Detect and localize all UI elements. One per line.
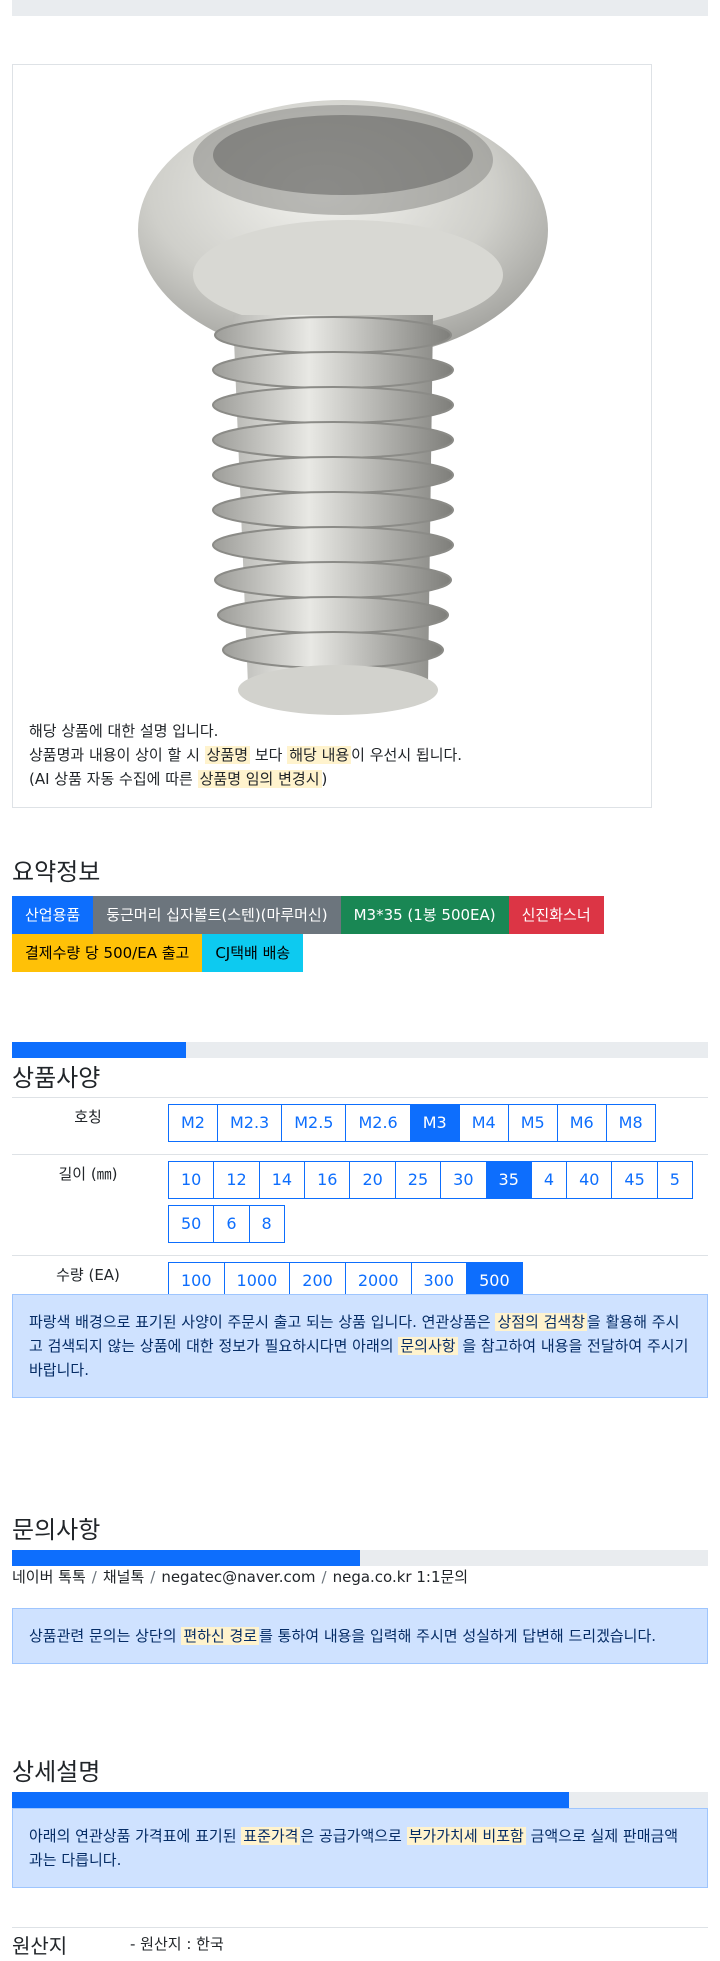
- desc-highlight: 상품명 임의 변경시: [197, 770, 322, 788]
- summary-tags: 산업용품 둥근머리 십자볼트(스텐)(마루머신) M3*35 (1봉 500EA…: [12, 896, 712, 972]
- spec-row-size: 호칭 M2 M2.3 M2.5 M2.6 M3 M4 M5 M6 M8: [12, 1098, 708, 1155]
- tag-size: M3*35 (1봉 500EA): [340, 896, 509, 934]
- option-button[interactable]: 5: [656, 1161, 693, 1199]
- option-button[interactable]: 50: [168, 1205, 215, 1243]
- contact-website[interactable]: nega.co.kr 1:1문의: [333, 1568, 469, 1586]
- desc-text: 상품명과 내용이 상이 할 시: [29, 746, 205, 764]
- inquiry-title: 문의사항: [12, 1516, 101, 1544]
- origin-divider: [12, 1927, 708, 1928]
- notice-highlight: 문의사항: [398, 1337, 458, 1355]
- tag-shipping-qty: 결제수량 당 500/EA 출고: [12, 934, 203, 972]
- desc-line-1: 해당 상품에 대한 설명 입니다.: [29, 719, 639, 743]
- notice-text: 를 통하여 내용을 입력해 주시면 성실하게 답변해 드리겠습니다.: [259, 1627, 657, 1645]
- detail-title: 상세설명: [12, 1758, 101, 1786]
- origin-value: - 원산지 : 한국: [130, 1935, 224, 1953]
- product-description: 해당 상품에 대한 설명 입니다. 상품명과 내용이 상이 할 시 상품명 보다…: [29, 719, 639, 791]
- desc-text: (AI 상품 자동 수집에 따른: [29, 770, 198, 788]
- desc-line-3: (AI 상품 자동 수집에 따른 상품명 임의 변경시): [29, 767, 639, 791]
- inquiry-progress-fill: [12, 1550, 360, 1566]
- option-button[interactable]: M2: [168, 1104, 218, 1142]
- option-button[interactable]: M6: [556, 1104, 607, 1142]
- inquiry-notice: 상품관련 문의는 상단의 편하신 경로 를 통하여 내용을 입력해 주시면 성실하…: [12, 1608, 708, 1664]
- notice-text: 상품관련 문의는 상단의: [29, 1627, 182, 1645]
- detail-notice: 아래의 연관상품 가격표에 표기된 표준가격 은 공급가액으로 부가가치세 비포함…: [12, 1808, 708, 1888]
- desc-highlight: 해당 내용: [287, 746, 352, 764]
- spec-label: 호칭: [74, 1108, 102, 1126]
- tag-brand: 신진화스너: [508, 896, 604, 934]
- option-button[interactable]: M2.5: [281, 1104, 347, 1142]
- detail-progress: [12, 1792, 708, 1808]
- spec-row-length: 길이 (㎜) 10 12 14 16 20 25 30 35 4 40 45 5…: [12, 1155, 708, 1256]
- option-button[interactable]: M2.6: [345, 1104, 411, 1142]
- product-image: [113, 65, 553, 715]
- screw-illustration: [138, 100, 548, 715]
- option-button[interactable]: 6: [213, 1205, 250, 1243]
- contact-channeltalk[interactable]: 채널톡: [103, 1568, 144, 1586]
- option-button[interactable]: 10: [168, 1161, 215, 1199]
- option-button[interactable]: 12: [213, 1161, 260, 1199]
- option-button[interactable]: 20: [349, 1161, 396, 1199]
- spec-title: 상품사양: [12, 1064, 101, 1092]
- spec-options: 10 12 14 16 20 25 30 35 4 40 45 5 50 6 8: [164, 1155, 708, 1255]
- option-button[interactable]: 40: [566, 1161, 613, 1199]
- desc-text: 보다: [250, 746, 288, 764]
- desc-highlight: 상품명: [204, 746, 251, 764]
- spec-label: 길이 (㎜): [58, 1165, 118, 1183]
- spec-notice: 파랑색 배경으로 표기된 사양이 주문시 출고 되는 상품 입니다. 연관상품은…: [12, 1294, 708, 1398]
- summary-title: 요약정보: [12, 858, 101, 886]
- option-button[interactable]: 25: [394, 1161, 442, 1199]
- detail-progress-fill: [12, 1792, 569, 1808]
- notice-highlight: 상점의 검색창: [495, 1313, 588, 1331]
- inquiry-progress: [12, 1550, 708, 1566]
- spec-options: M2 M2.3 M2.5 M2.6 M3 M4 M5 M6 M8: [164, 1098, 708, 1154]
- option-button[interactable]: M2.3: [216, 1104, 283, 1142]
- notice-text: 파랑색 배경으로 표기된 사양이 주문시 출고 되는 상품 입니다. 연관상품은: [29, 1313, 496, 1331]
- desc-text: 해당 상품에 대한 설명 입니다.: [29, 722, 219, 740]
- notice-text: 은 공급가액으로: [300, 1827, 407, 1845]
- top-divider-bar: [12, 0, 708, 16]
- desc-text: ): [321, 770, 328, 788]
- option-button[interactable]: M8: [605, 1104, 656, 1142]
- option-button[interactable]: 16: [304, 1161, 351, 1199]
- notice-highlight: 편하신 경로: [181, 1627, 260, 1645]
- origin-label: 원산지: [12, 1934, 68, 1958]
- option-button[interactable]: 14: [258, 1161, 306, 1199]
- option-button[interactable]: 45: [611, 1161, 658, 1199]
- desc-text: 이 우선시 됩니다.: [351, 746, 463, 764]
- tag-product-name: 둥근머리 십자볼트(스텐)(마루머신): [93, 896, 341, 934]
- notice-highlight: 부가가치세 비포함: [406, 1827, 526, 1845]
- contact-breadcrumb: 네이버 톡톡 / 채널톡 / negatec@naver.com / nega.co.kr …: [12, 1568, 469, 1586]
- option-button-selected[interactable]: M3: [409, 1104, 460, 1142]
- spec-progress-fill: [12, 1042, 186, 1058]
- option-button[interactable]: 30: [440, 1161, 487, 1199]
- notice-highlight: 표준가격: [241, 1827, 301, 1845]
- option-button[interactable]: 4: [530, 1161, 568, 1199]
- spec-table: 호칭 M2 M2.3 M2.5 M2.6 M3 M4 M5 M6 M8 길이 (…: [12, 1097, 708, 1313]
- tag-delivery: CJ택배 배송: [202, 934, 304, 972]
- product-image-card: 해당 상품에 대한 설명 입니다. 상품명과 내용이 상이 할 시 상품명 보다…: [12, 64, 652, 808]
- contact-navertalk[interactable]: 네이버 톡톡: [12, 1568, 86, 1586]
- option-button-selected[interactable]: 35: [485, 1161, 532, 1199]
- spec-progress: [12, 1042, 708, 1058]
- option-button[interactable]: 8: [248, 1205, 285, 1243]
- contact-email[interactable]: negatec@naver.com: [161, 1568, 315, 1586]
- tag-category: 산업용품: [12, 896, 94, 934]
- notice-text: 아래의 연관상품 가격표에 표기된: [29, 1827, 242, 1845]
- option-button[interactable]: M4: [458, 1104, 509, 1142]
- option-button[interactable]: M5: [507, 1104, 558, 1142]
- desc-line-2: 상품명과 내용이 상이 할 시 상품명 보다 해당 내용 이 우선시 됩니다.: [29, 743, 639, 767]
